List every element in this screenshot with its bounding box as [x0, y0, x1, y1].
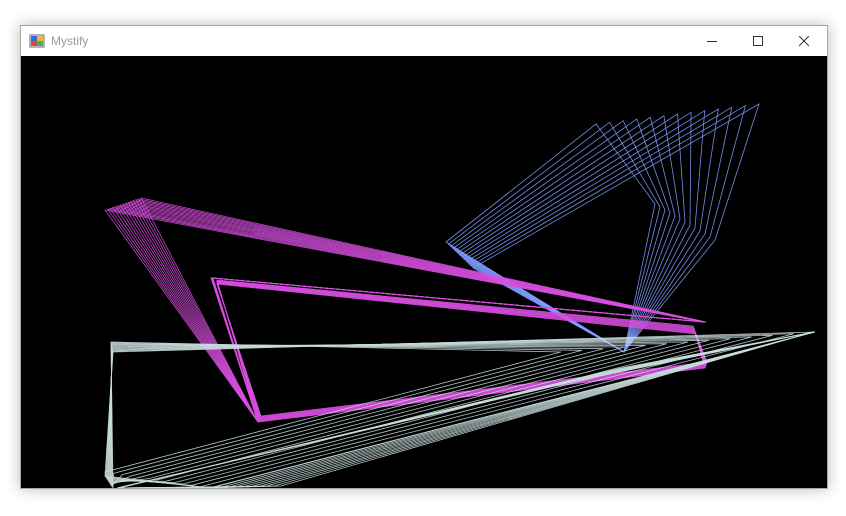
polygon-trail-line: [216, 280, 707, 421]
window-title: Mystify: [51, 34, 89, 48]
minimize-button[interactable]: [689, 26, 735, 56]
polygon-trail-line: [132, 200, 706, 423]
polygon-trail-line: [216, 282, 707, 419]
polygon-trail-line: [216, 281, 707, 420]
mystify-canvas: [21, 56, 827, 488]
polygon-trail-line: [109, 343, 667, 484]
title-bar[interactable]: Mystify: [21, 26, 827, 56]
polygon-trail-line: [127, 201, 705, 423]
polygon-trail-line: [216, 281, 707, 420]
mystify-drawing: [104, 103, 816, 488]
polygon-trail-line: [106, 336, 752, 485]
polygon-trail-line: [129, 200, 706, 423]
mystify-app-icon: [29, 33, 45, 49]
maximize-icon: [753, 36, 763, 46]
polygon-trail-line: [216, 280, 706, 422]
polygon-trail-line: [110, 343, 604, 488]
polygon-trail-line: [109, 344, 646, 485]
polygon-trail-line: [124, 202, 705, 423]
minimize-icon: [707, 36, 717, 46]
polygon-trail-line: [111, 206, 704, 423]
maximize-button[interactable]: [735, 26, 781, 56]
close-icon: [799, 36, 809, 46]
blue-polygon-trail: [445, 103, 760, 353]
polygon-trail-line: [110, 344, 625, 486]
polygon-trail-line: [122, 203, 705, 423]
mystify-window: Mystify: [20, 25, 828, 489]
polygon-trail-line: [108, 341, 689, 483]
polygon-trail-line: [119, 204, 705, 423]
close-button[interactable]: [781, 26, 827, 56]
polygon-trail-line: [216, 279, 706, 422]
polygon-trail-line: [216, 281, 707, 421]
polygon-trail-line: [467, 106, 733, 353]
